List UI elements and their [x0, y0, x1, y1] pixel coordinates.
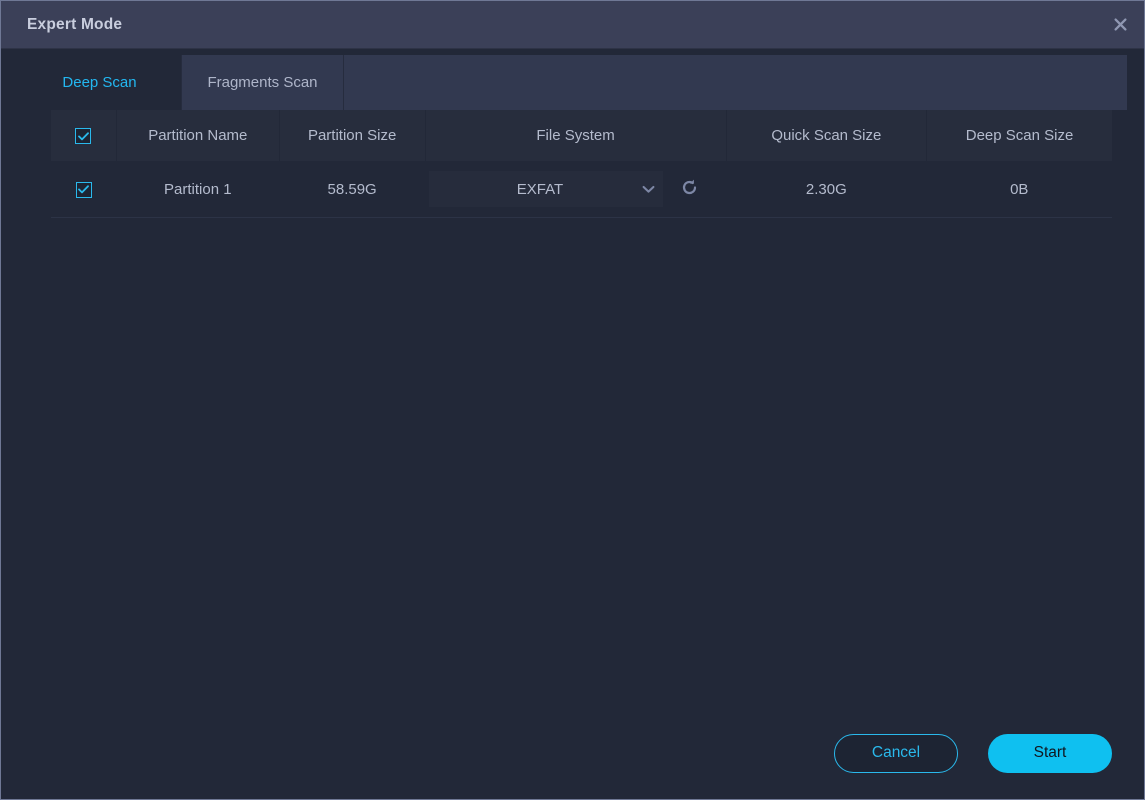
- cancel-button-label: Cancel: [871, 744, 921, 761]
- row-select-cell: [51, 161, 117, 218]
- window-title: Expert Mode: [27, 15, 123, 33]
- cell-quick-scan-size: 2.30G: [726, 161, 927, 218]
- footer-bar: Cancel Start: [1, 707, 1144, 799]
- table-header-row: Partition Name Partition Size File Syste…: [51, 110, 1112, 161]
- tab-fragments-scan[interactable]: Fragments Scan: [181, 55, 344, 110]
- close-icon: [1113, 17, 1128, 32]
- title-bar: Expert Mode: [1, 1, 1144, 49]
- expert-mode-dialog: Expert Mode Deep Scan Fragments Scan Par…: [0, 0, 1145, 800]
- tab-deep-scan[interactable]: Deep Scan: [18, 55, 181, 110]
- select-all-header: [51, 110, 117, 161]
- partitions-table: Partition Name Partition Size File Syste…: [51, 110, 1112, 218]
- start-button[interactable]: Start: [988, 733, 1112, 773]
- tab-fragments-scan-label: Fragments Scan: [207, 74, 318, 91]
- select-all-checkbox[interactable]: [75, 128, 92, 145]
- header-file-system[interactable]: File System: [425, 110, 727, 161]
- header-partition-size[interactable]: Partition Size: [279, 110, 426, 161]
- chevron-down-icon: [633, 185, 663, 194]
- row-checkbox[interactable]: [75, 181, 92, 198]
- cell-file-system: EXFAT: [425, 161, 727, 218]
- file-system-select[interactable]: EXFAT: [429, 171, 663, 207]
- refresh-button[interactable]: [673, 173, 705, 205]
- content-area: Partition Name Partition Size File Syste…: [1, 110, 1144, 707]
- header-quick-scan-size[interactable]: Quick Scan Size: [726, 110, 928, 161]
- tab-deep-scan-label: Deep Scan: [62, 74, 137, 91]
- cell-deep-scan-size: 0B: [926, 161, 1112, 218]
- tab-strip: Deep Scan Fragments Scan: [18, 55, 1127, 110]
- tab-strip-filler: [344, 55, 1127, 110]
- file-system-value: EXFAT: [516, 180, 564, 198]
- cell-partition-name: Partition 1: [116, 161, 280, 218]
- close-button[interactable]: [1096, 1, 1144, 48]
- start-button-label: Start: [1033, 744, 1067, 761]
- header-deep-scan-size[interactable]: Deep Scan Size: [926, 110, 1112, 161]
- cancel-button[interactable]: Cancel: [834, 733, 958, 773]
- cell-partition-size: 58.59G: [279, 161, 425, 218]
- header-partition-name[interactable]: Partition Name: [116, 110, 280, 161]
- table-row[interactable]: Partition 1 58.59G EXFAT 2.30G 0B: [51, 161, 1112, 218]
- refresh-icon: [680, 178, 699, 201]
